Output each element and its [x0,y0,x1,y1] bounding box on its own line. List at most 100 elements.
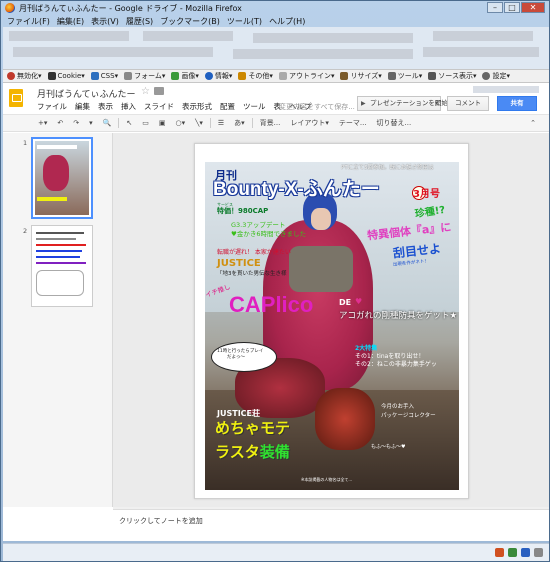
resize-icon [340,72,349,80]
info-icon [204,72,213,80]
slide-number: 2 [23,227,28,235]
css-icon [90,72,99,80]
docs-menu-tools[interactable]: ツール [243,101,266,112]
addon-view-source[interactable]: ソース表示▾ [428,71,476,81]
chevron-down-icon[interactable]: ▾ [435,97,438,110]
addon-settings[interactable]: 設定▾ [482,71,510,81]
comments-button[interactable]: コメント [447,96,489,111]
thumbnail-figure [43,155,69,191]
cover-rasta: ラスタ装備 [215,445,290,460]
undo-icon[interactable]: ↶ [54,118,66,128]
addon-image[interactable]: 画像▾ [171,71,199,81]
bubble-text-1: 11時と行ったらプレイ [217,349,264,354]
input-tools-button[interactable]: あ▾ [231,117,248,129]
minimize-button[interactable]: – [487,2,503,13]
image-insert-icon[interactable]: ▣ [156,118,169,128]
cover-justice: JUSTICE [217,258,261,269]
menu-bookmarks[interactable]: ブックマーク(B) [160,16,220,27]
paint-format-button[interactable]: ▾ [86,118,96,128]
web-developer-toolbar: 無効化▾ Cookie▾ CSS▾ フォーム▾ 画像▾ 情報▾ その他▾ アウト… [3,69,549,83]
menu-help[interactable]: ヘルプ(H) [269,16,305,27]
menu-edit[interactable]: 編集(E) [57,16,84,27]
addon-status-icon[interactable] [508,548,517,557]
user-account-blurred[interactable] [473,86,539,93]
addon-tools[interactable]: ツール▾ [387,71,422,81]
addon-misc[interactable]: その他▾ [238,71,273,81]
close-button[interactable]: ✕ [521,2,545,13]
menu-tools[interactable]: ツール(T) [227,16,262,27]
firefox-window: 月刊ばうんてぃふんたー - Google ドライブ - Mozilla Fire… [0,0,550,562]
source-icon [428,72,437,80]
thumbnail-line [36,232,84,234]
slide-thumbnail-2[interactable] [31,225,93,307]
bubble-text-2: だよっ～ [227,355,245,360]
thumbnail-line [36,238,76,240]
cover-month: 3月号 [413,189,440,200]
transition-button[interactable]: 切り替え... [374,117,415,129]
cover-mofumofu: もふ～もふ～♥ [371,444,406,450]
addon-form[interactable]: フォーム▾ [124,71,165,81]
slide-thumbnail-1[interactable] [31,137,93,219]
addon-cookie[interactable]: Cookie▾ [47,72,85,80]
toolbar-divider [118,118,120,128]
collapse-menu-icon[interactable]: ⌃ [527,118,539,128]
addon-resize[interactable]: リサイズ▾ [340,71,382,81]
addon-label: 無効化▾ [17,72,42,80]
layout-button[interactable]: レイアウト▾ [287,117,332,129]
maximize-button[interactable]: □ [504,2,520,13]
addon-outline[interactable]: アウトライン▾ [278,71,334,81]
thumbnail-line [36,262,86,264]
thumbnail-line [36,244,86,246]
folder-icon[interactable] [154,87,164,95]
workspace: 1 2 PTに立て5回参加。既にお話さ終臣は 月刊 Bounty-X-ふんたー … [3,133,549,507]
cover-character-cape [289,246,353,292]
select-cursor-icon[interactable]: ↖ [123,118,135,128]
line-icon[interactable]: ╲▾ [192,118,206,128]
redo-icon[interactable]: ↷ [70,118,82,128]
menu-history[interactable]: 履歴(S) [126,16,153,27]
cover-mecha-mote: めちゃモテ [215,419,291,437]
menu-file[interactable]: ファイル(F) [7,16,50,27]
cover-feature-2: その2：ねこの非暴力集手ゲッ [355,361,437,368]
new-slide-button[interactable]: +▾ [35,118,50,128]
blurred-toolbar-region [3,27,549,69]
slide-filmstrip: 1 2 [3,133,113,507]
magazine-cover-image[interactable]: PTに立て5回参加。既にお話さ終臣は 月刊 Bounty-X-ふんたー 3月号 … [205,162,459,490]
star-icon[interactable]: ☆ [141,86,150,97]
docs-menu-format[interactable]: 表示形式 [182,101,212,112]
cover-monster [315,388,375,450]
zoom-icon[interactable]: 🔍 [100,118,115,128]
menu-view[interactable]: 表示(V) [91,16,119,27]
docs-menu-arrange[interactable]: 配置 [220,101,235,112]
speaker-notes[interactable]: クリックしてノートを追加 [113,509,549,541]
cover-lead: 転職が遅れ！ 本家が建たい [217,249,291,256]
google-slides-app: 月刊ばうんてぃふんたー ☆ ファイル 編集 表示 挿入 スライド 表示形式 配置… [3,83,549,541]
docs-menu-file[interactable]: ファイル [37,101,67,112]
theme-button[interactable]: テーマ... [336,117,370,129]
addon-status-icon[interactable] [495,548,504,557]
addon-disable[interactable]: 無効化▾ [7,71,42,81]
slide-canvas[interactable]: PTに立て5回参加。既にお話さ終臣は 月刊 Bounty-X-ふんたー 3月号 … [194,143,469,499]
addon-css[interactable]: CSS▾ [90,72,118,80]
addon-info[interactable]: 情報▾ [204,71,232,81]
shape-icon[interactable]: ○▾ [173,118,189,128]
thumbnail-title [37,145,77,149]
addon-status-icon[interactable] [534,548,543,557]
docs-menu-slide[interactable]: スライド [144,101,174,112]
slides-logo-icon[interactable] [9,89,23,107]
share-button[interactable]: 共有 [497,96,537,111]
docs-menu-insert[interactable]: 挿入 [121,101,136,112]
textbox-icon[interactable]: ▭ [139,118,152,128]
blurred-block [143,31,233,41]
blurred-block [233,49,413,59]
addon-label: フォーム▾ [134,72,166,80]
docs-menu-edit[interactable]: 編集 [75,101,90,112]
start-presentation-button[interactable]: プレゼンテーションを開始▾ [357,96,448,111]
addon-status-icon[interactable] [521,548,530,557]
comment-insert-icon[interactable]: ☰ [215,118,227,128]
background-button[interactable]: 背景... [257,117,284,129]
notes-placeholder[interactable]: クリックしてノートを追加 [119,516,203,526]
docs-menu-view[interactable]: 表示 [98,101,113,112]
thumbnail-line [36,256,80,258]
document-title[interactable]: 月刊ばうんてぃふんたー [37,87,136,100]
